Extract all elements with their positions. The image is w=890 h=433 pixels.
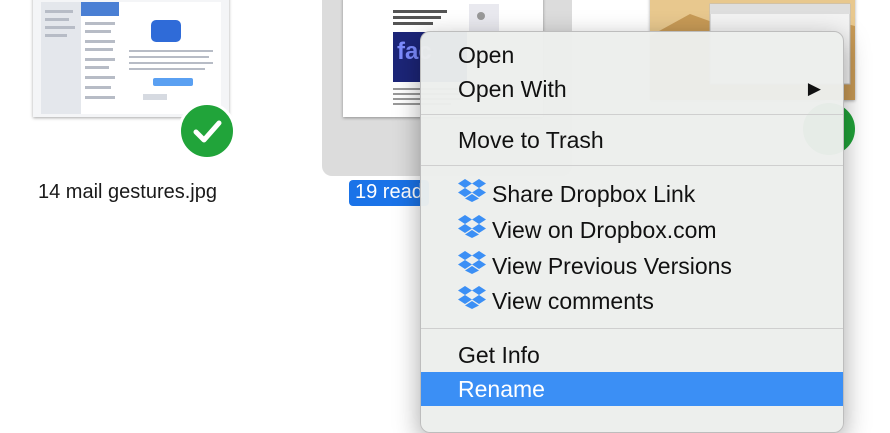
- menu-item-label: Move to Trash: [458, 127, 604, 153]
- menu-separator: [421, 165, 843, 166]
- menu-item-get-info[interactable]: Get Info: [421, 338, 843, 372]
- synced-check-icon: [178, 102, 236, 160]
- menu-item-rename[interactable]: Rename: [421, 372, 843, 406]
- dropbox-icon: [458, 249, 486, 283]
- dropbox-icon: [458, 284, 486, 318]
- menu-separator: [421, 114, 843, 115]
- menu-item-label: Rename: [458, 376, 545, 402]
- menu-separator: [421, 328, 843, 329]
- menu-item-label: Get Info: [458, 342, 540, 368]
- menu-item-view-comments[interactable]: View comments: [421, 284, 843, 318]
- menu-item-open-with[interactable]: Open With ▶: [421, 72, 843, 106]
- menu-item-label: View comments: [492, 288, 654, 314]
- menu-item-label: Open: [458, 42, 515, 68]
- menu-item-share-dropbox-link[interactable]: Share Dropbox Link: [421, 177, 843, 211]
- mail-gestures-thumbnail[interactable]: [33, 0, 229, 117]
- menu-item-view-on-dropbox[interactable]: View on Dropbox.com: [421, 213, 843, 247]
- menu-item-view-previous-versions[interactable]: View Previous Versions: [421, 249, 843, 283]
- mail-screenshot-preview: [33, 0, 229, 117]
- menu-item-label: View Previous Versions: [492, 253, 732, 279]
- menu-item-label: Share Dropbox Link: [492, 181, 696, 207]
- file-name-label-selected[interactable]: 19 read: [349, 180, 429, 206]
- menu-item-label: View on Dropbox.com: [492, 217, 717, 243]
- menu-item-open[interactable]: Open: [421, 38, 843, 72]
- submenu-arrow-icon: ▶: [807, 79, 821, 98]
- dropbox-icon: [458, 177, 486, 211]
- dropbox-icon: [458, 213, 486, 247]
- menu-item-move-to-trash[interactable]: Move to Trash: [421, 123, 843, 157]
- context-menu: Open Open With ▶ Move to Trash Share Dro…: [420, 31, 844, 433]
- file-name-label[interactable]: 14 mail gestures.jpg: [38, 181, 217, 204]
- menu-item-label: Open With: [458, 76, 567, 102]
